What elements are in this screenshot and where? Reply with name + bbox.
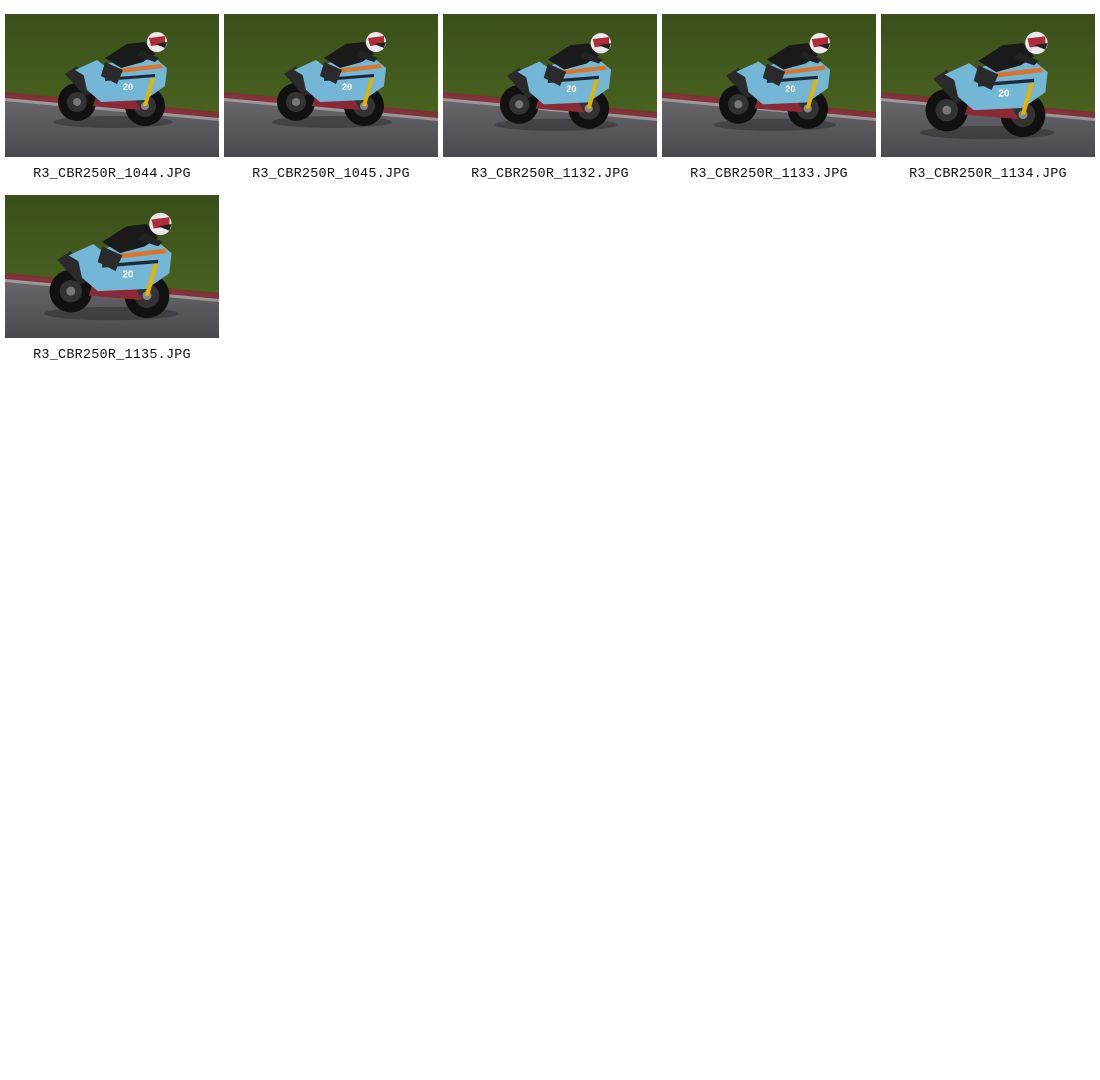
bike-number: 20 xyxy=(998,89,1010,100)
thumbnail-photo[interactable]: 20 xyxy=(662,14,876,157)
thumbnail-photo[interactable]: 20 xyxy=(5,14,219,157)
thumbnail-photo[interactable]: 20 xyxy=(881,14,1095,157)
thumbnail-filename[interactable]: R3_CBR250R_1045.JPG xyxy=(224,167,438,182)
thumbnail-gallery: 20 R3_CBR250R_1044.JPG 20 R3_CBR250R_1045.J… xyxy=(5,14,1097,376)
thumbnail-filename[interactable]: R3_CBR250R_1044.JPG xyxy=(5,167,219,182)
thumbnail-item[interactable]: 20 R3_CBR250R_1045.JPG xyxy=(224,14,438,195)
thumbnail-item[interactable]: 20 R3_CBR250R_1044.JPG xyxy=(5,14,219,195)
thumbnail-filename[interactable]: R3_CBR250R_1132.JPG xyxy=(443,167,657,182)
thumbnail-filename[interactable]: R3_CBR250R_1133.JPG xyxy=(662,167,876,182)
thumbnail-item[interactable]: 20 R3_CBR250R_1132.JPG xyxy=(443,14,657,195)
thumbnail-item[interactable]: 20 R3_CBR250R_1134.JPG xyxy=(881,14,1095,195)
bike-number: 20 xyxy=(342,82,352,92)
thumbnail-item[interactable]: 20 R3_CBR250R_1133.JPG xyxy=(662,14,876,195)
bike-number: 20 xyxy=(123,82,133,92)
thumbnail-filename[interactable]: R3_CBR250R_1134.JPG xyxy=(881,167,1095,182)
thumbnail-photo[interactable]: 20 xyxy=(224,14,438,157)
thumbnail-item[interactable]: 20 R3_CBR250R_1135.JPG xyxy=(5,195,219,376)
bike-number: 20 xyxy=(785,84,795,94)
thumbnail-photo[interactable]: 20 xyxy=(443,14,657,157)
bike-number: 20 xyxy=(122,270,134,281)
thumbnail-filename[interactable]: R3_CBR250R_1135.JPG xyxy=(5,348,219,363)
bike-number: 20 xyxy=(566,84,576,94)
thumbnail-photo[interactable]: 20 xyxy=(5,195,219,338)
